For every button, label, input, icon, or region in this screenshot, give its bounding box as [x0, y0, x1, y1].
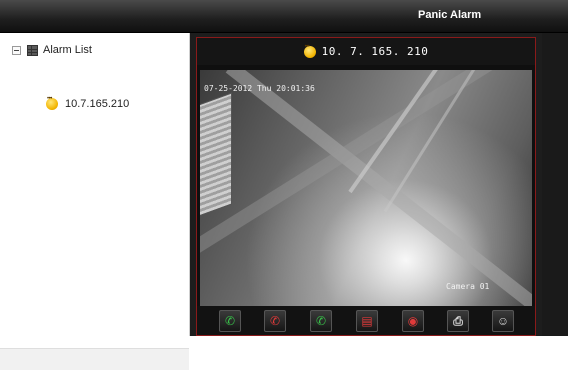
tree-node-label: Alarm List [43, 44, 92, 56]
user-button[interactable]: ☺ [492, 310, 514, 332]
air-vent [200, 92, 232, 220]
device-status-icon [303, 44, 316, 58]
phone-answer-icon: ✆ [224, 314, 236, 328]
video-header: 10. 7. 165. 210 [197, 38, 535, 65]
alarm-off-icon: ◉ [407, 314, 419, 328]
panel-edge [542, 33, 568, 336]
tree-node-alarm-list[interactable]: Alarm List [12, 43, 92, 57]
device-ip-label: 10.7.165.210 [65, 98, 130, 110]
collapse-icon[interactable] [12, 45, 21, 55]
alarm-box-icon: ▤ [361, 314, 373, 328]
video-panel: 10. 7. 165. 210 07-25-2012 Thu 20:01:36 … [190, 33, 568, 336]
horizontal-scrollbar[interactable] [0, 348, 189, 370]
video-window[interactable]: 10. 7. 165. 210 07-25-2012 Thu 20:01:36 … [196, 37, 536, 336]
title-bar: Panic Alarm [0, 0, 568, 33]
stop-alarm-button[interactable]: ◉ [402, 310, 424, 332]
osd-camera-name: Camera 01 [446, 282, 490, 291]
phone-clock-icon: ✆ [315, 314, 327, 328]
call-timer-button[interactable]: ✆ [310, 310, 332, 332]
video-device-ip: 10. 7. 165. 210 [321, 45, 429, 58]
video-toolbar: ✆ ✆ ✆ ▤ ◉ ⎙ ☺ [197, 306, 535, 335]
live-video-feed[interactable]: 07-25-2012 Thu 20:01:36 Camera 01 [200, 70, 532, 308]
user-icon: ☺ [496, 314, 510, 328]
tree-item-device[interactable]: 10.7.165.210 [46, 96, 130, 111]
phone-hangup-icon: ✆ [269, 314, 281, 328]
device-status-icon [46, 96, 58, 110]
list-icon [27, 44, 38, 56]
accept-call-button[interactable]: ✆ [219, 310, 241, 332]
hang-up-button[interactable]: ✆ [264, 310, 286, 332]
window-title: Panic Alarm [418, 9, 482, 21]
osd-datetime: 07-25-2012 Thu 20:01:36 [204, 84, 315, 93]
print-button[interactable]: ⎙ [447, 310, 469, 332]
alarm-output-button[interactable]: ▤ [356, 310, 378, 332]
printer-icon: ⎙ [453, 314, 463, 328]
alarm-list-panel: Alarm List 10.7.165.210 [0, 33, 190, 370]
ceiling-beam [225, 70, 532, 308]
